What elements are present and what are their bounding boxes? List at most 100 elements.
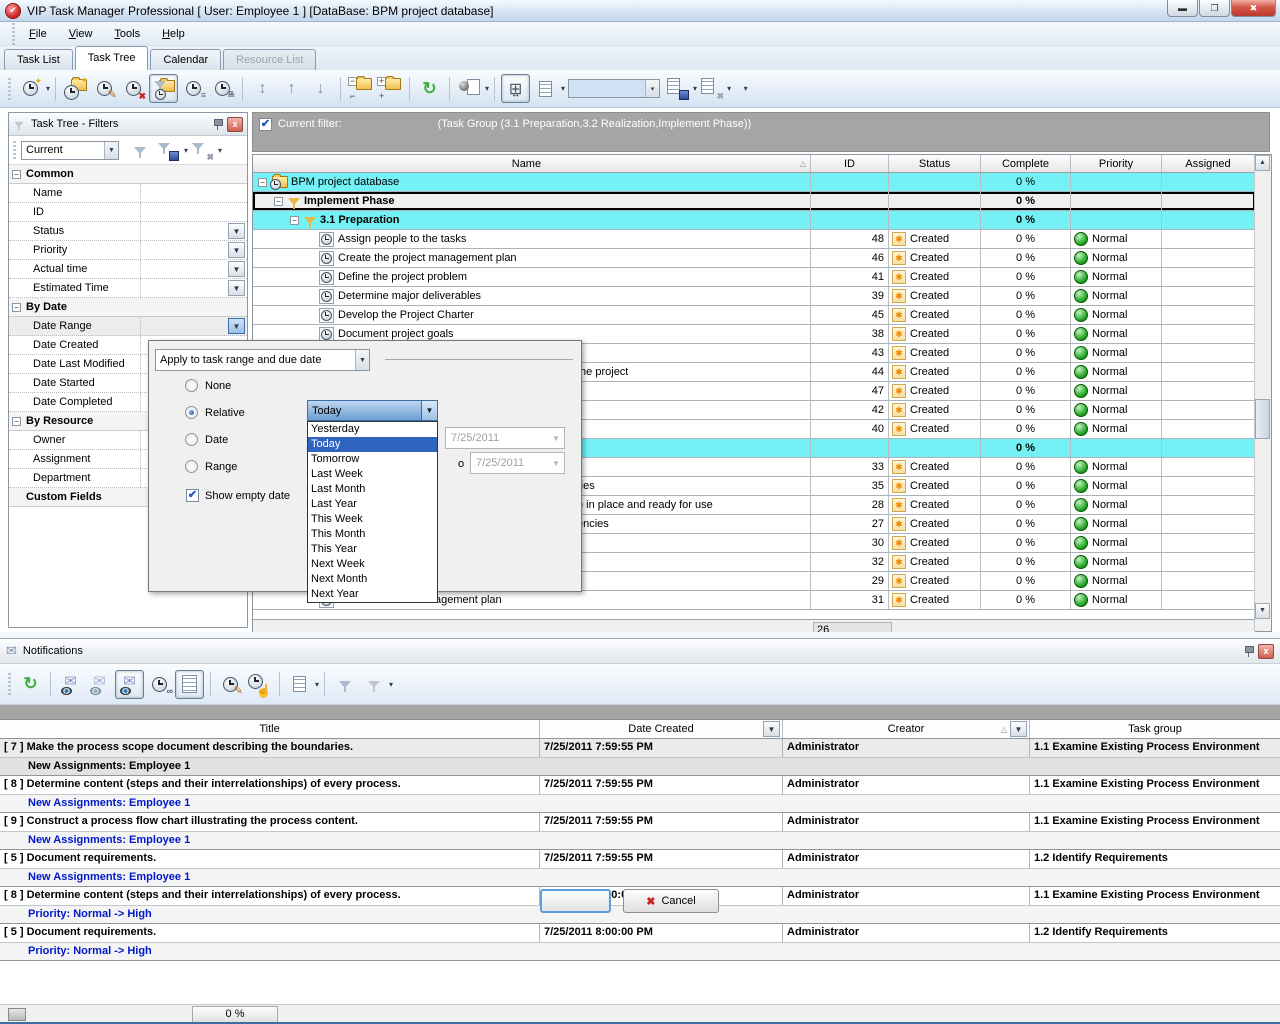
dropdown-option[interactable]: Last Month bbox=[308, 482, 437, 497]
filter-row-priority[interactable]: Priority▼ bbox=[9, 241, 247, 260]
move-updown-button[interactable]: ↕ bbox=[249, 75, 276, 102]
dropdown-option[interactable]: This Month bbox=[308, 527, 437, 542]
notification-row[interactable]: [ 8 ] Determine content (steps and their… bbox=[0, 776, 1280, 795]
tab-calendar[interactable]: Calendar bbox=[150, 49, 221, 70]
chevron-down-icon[interactable]: ▼ bbox=[228, 242, 245, 258]
relative-period-combo[interactable]: Today ▼ bbox=[307, 400, 438, 421]
refresh-button[interactable]: ↻ bbox=[416, 75, 443, 102]
collapse-icon[interactable]: − bbox=[12, 303, 21, 312]
radio-icon[interactable] bbox=[185, 406, 198, 419]
notification-row[interactable]: [ 9 ] Construct a process flow chart ill… bbox=[0, 813, 1280, 832]
dropdown-option[interactable]: Today bbox=[308, 437, 437, 452]
new-task-group-button[interactable]: ✦ bbox=[62, 75, 89, 102]
column-header-status[interactable]: Status bbox=[889, 155, 981, 172]
open-task-button[interactable]: ∞ bbox=[146, 671, 173, 698]
fit-columns-toggle[interactable]: ⊞↔ bbox=[501, 74, 530, 103]
scroll-up-icon[interactable]: ▲ bbox=[1255, 155, 1270, 171]
menu-view[interactable]: View bbox=[60, 25, 102, 43]
print-button-dropdown-icon[interactable]: ▾ bbox=[485, 84, 489, 93]
save-filter-button-dropdown-icon[interactable]: ▾ bbox=[184, 146, 188, 155]
grid-view-button-dropdown-icon[interactable]: ▾ bbox=[561, 84, 565, 93]
chevron-down-icon[interactable]: ▼ bbox=[228, 223, 245, 239]
filter-row-id[interactable]: ID bbox=[9, 203, 247, 222]
grid-view-button[interactable] bbox=[532, 75, 559, 102]
filter-task-groups-toggle[interactable] bbox=[149, 74, 178, 103]
chevron-down-icon[interactable]: ▼ bbox=[228, 261, 245, 277]
cancel-button[interactable]: ✖ Cancel bbox=[623, 889, 719, 913]
columns-button-dropdown-icon[interactable]: ▾ bbox=[315, 680, 319, 689]
tree-project-row[interactable]: −BPM project database0 % bbox=[253, 173, 1255, 192]
expand-all-button[interactable]: ++ bbox=[376, 75, 403, 102]
edit-task-button[interactable]: ✎ bbox=[91, 75, 118, 102]
radio-relative[interactable]: Relative bbox=[185, 406, 245, 419]
toolbar-overflow-button[interactable]: ▾ bbox=[732, 75, 759, 102]
column-header-title[interactable]: Title bbox=[0, 720, 540, 738]
pin-icon[interactable] bbox=[1244, 645, 1254, 657]
notification-row[interactable]: [ 5 ] Document requirements.7/25/2011 7:… bbox=[0, 850, 1280, 869]
clear-filter-button[interactable] bbox=[360, 671, 387, 698]
filter-group-by-date[interactable]: −By Date bbox=[9, 298, 247, 317]
clear-filter-button[interactable]: ✖ bbox=[189, 137, 216, 164]
column-header-creator[interactable]: Creator△▼ bbox=[783, 720, 1030, 738]
scrollbar-thumb[interactable] bbox=[1255, 399, 1270, 439]
show-empty-date-checkbox[interactable]: ✔ bbox=[186, 489, 199, 502]
clear-filter-button-dropdown-icon[interactable]: ▾ bbox=[218, 146, 222, 155]
close-button[interactable]: ✖ bbox=[1231, 0, 1276, 17]
radio-range[interactable]: Range bbox=[185, 460, 237, 473]
chevron-down-icon[interactable]: ▼ bbox=[228, 280, 245, 296]
move-down-button[interactable]: ↓ bbox=[307, 75, 334, 102]
radio-icon[interactable] bbox=[185, 379, 198, 392]
filter-row-estimated-time[interactable]: Estimated Time▼ bbox=[9, 279, 247, 298]
dropdown-option[interactable]: Next Year bbox=[308, 587, 437, 602]
columns-button[interactable] bbox=[286, 671, 313, 698]
duplicate-task-button[interactable]: ≡ bbox=[180, 75, 207, 102]
apply-filter-button[interactable] bbox=[126, 137, 153, 164]
save-view-button[interactable] bbox=[664, 75, 691, 102]
dropdown-option[interactable]: Next Week bbox=[308, 557, 437, 572]
task-row[interactable]: Develop the Project Charter45✱Created0 %… bbox=[253, 306, 1255, 325]
tree-group-row[interactable]: −3.1 Preparation0 % bbox=[253, 211, 1255, 230]
filter-row-name[interactable]: Name bbox=[9, 184, 247, 203]
show-read-toggle[interactable]: ✉ bbox=[115, 670, 144, 699]
filter-group-common[interactable]: −Common bbox=[9, 165, 247, 184]
delete-view-button-dropdown-icon[interactable]: ▾ bbox=[727, 84, 731, 93]
column-header-task-group[interactable]: Task group bbox=[1030, 720, 1280, 738]
radio-icon[interactable] bbox=[185, 460, 198, 473]
new-task-button-dropdown-icon[interactable]: ▾ bbox=[46, 84, 50, 93]
accept-assignment-button[interactable]: ☝ bbox=[246, 671, 273, 698]
radio-none[interactable]: None bbox=[185, 379, 231, 392]
notification-row[interactable]: [ 7 ] Make the process scope document de… bbox=[0, 739, 1280, 758]
filter-row-status[interactable]: Status▼ bbox=[9, 222, 247, 241]
task-row[interactable]: Determine major deliverables39✱Created0 … bbox=[253, 287, 1255, 306]
dropdown-option[interactable]: Last Week bbox=[308, 467, 437, 482]
column-header-complete[interactable]: Complete bbox=[981, 155, 1071, 172]
task-row[interactable]: Assign people to the tasks48✱Created0 %N… bbox=[253, 230, 1255, 249]
collapse-icon[interactable]: − bbox=[12, 417, 21, 426]
move-up-button[interactable]: ↑ bbox=[278, 75, 305, 102]
print-button[interactable] bbox=[456, 75, 483, 102]
date-from-combo[interactable]: 7/25/2011 ▼ bbox=[445, 427, 565, 449]
tab-task-tree[interactable]: Task Tree bbox=[75, 46, 149, 70]
current-filter-checkbox[interactable]: ✔ bbox=[259, 118, 272, 131]
restore-button[interactable]: ❐ bbox=[1199, 0, 1230, 17]
mark-read-button[interactable]: ✉ bbox=[57, 671, 84, 698]
filter-row-actual-time[interactable]: Actual time▼ bbox=[9, 260, 247, 279]
task-row[interactable]: Define the project problem41✱Created0 %N… bbox=[253, 268, 1255, 287]
radio-icon[interactable] bbox=[185, 433, 198, 446]
close-panel-icon[interactable]: x bbox=[1258, 644, 1274, 659]
filter-dropdown-icon[interactable]: ▼ bbox=[1010, 721, 1027, 737]
menu-tools[interactable]: Tools bbox=[105, 25, 149, 43]
collapse-all-button[interactable]: −⌐ bbox=[347, 75, 374, 102]
column-header-assigned[interactable]: Assigned bbox=[1162, 155, 1255, 172]
delete-view-button[interactable]: ✖ bbox=[698, 75, 725, 102]
notification-row[interactable]: [ 5 ] Document requirements.7/25/2011 8:… bbox=[0, 924, 1280, 943]
chevron-down-icon[interactable]: ▼ bbox=[104, 142, 118, 159]
dropdown-option[interactable]: Last Year bbox=[308, 497, 437, 512]
edit-task-button[interactable]: ✎ bbox=[217, 671, 244, 698]
task-row[interactable]: Create the project management plan46✱Cre… bbox=[253, 249, 1255, 268]
scroll-down-icon[interactable]: ▼ bbox=[1255, 603, 1270, 619]
new-task-button[interactable]: ✦ bbox=[17, 75, 44, 102]
minimize-button[interactable]: ▬ bbox=[1167, 0, 1198, 17]
dropdown-option[interactable]: This Week bbox=[308, 512, 437, 527]
dropdown-option[interactable]: Next Month bbox=[308, 572, 437, 587]
